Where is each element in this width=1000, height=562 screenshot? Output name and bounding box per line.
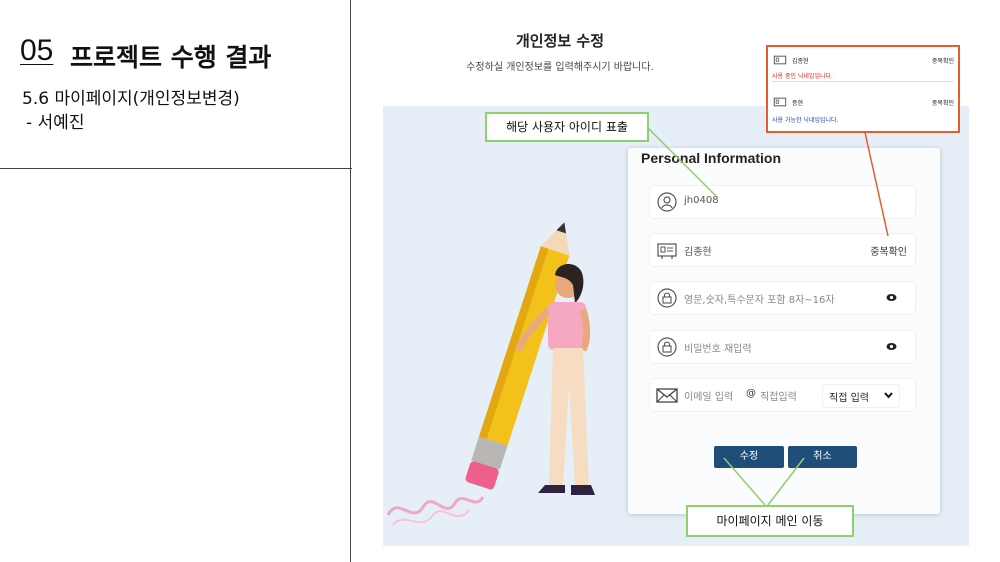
nickname-check-row: 종현 중복확인 <box>772 95 954 109</box>
inset-divider <box>772 81 954 82</box>
nickname-check-name: 김종현 <box>792 58 809 65</box>
nickname-check-inset: 김종현 중복확인 사용 중인 닉네임입니다. 종현 중복확인 사용 가능한 닉네… <box>766 45 960 133</box>
nickname-ok-message: 사용 가능한 닉네임입니다. <box>772 117 839 124</box>
nickname-check-button[interactable]: 중복확인 <box>932 98 954 107</box>
nickname-check-row: 김종현 중복확인 <box>772 53 954 67</box>
nickname-check-button[interactable]: 중복확인 <box>932 56 954 65</box>
nickname-error-message: 사용 중인 닉네임입니다. <box>772 73 833 80</box>
nametag-icon <box>773 97 787 107</box>
nickname-check-name: 종현 <box>792 100 804 107</box>
callout-user-id: 해당 사용자 아이디 표출 <box>485 112 649 142</box>
callout-main-move: 마이페이지 메인 이동 <box>686 505 854 537</box>
nametag-icon <box>773 55 787 65</box>
